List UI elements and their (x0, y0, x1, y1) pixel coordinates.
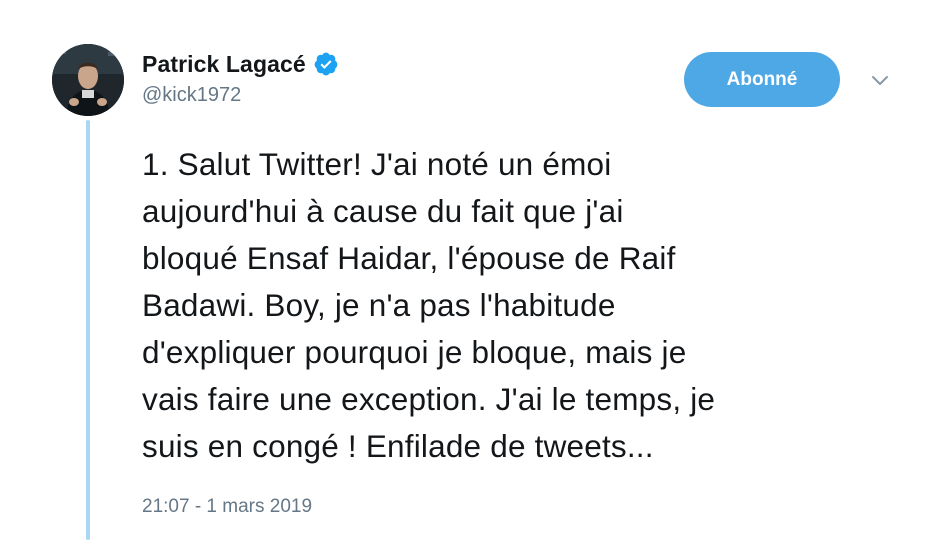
author-display-name[interactable]: Patrick Lagacé (142, 51, 306, 78)
tweet-text-line: vais faire une exception. J'ai le temps,… (142, 381, 716, 417)
tweet-body: 1. Salut Twitter! J'ai noté un émoi aujo… (142, 141, 842, 470)
profile-photo-icon (52, 44, 124, 116)
author-name-row[interactable]: Patrick Lagacé (142, 48, 339, 80)
following-button[interactable]: Abonné (684, 52, 840, 107)
tweet-text-line: 1. Salut Twitter! J'ai noté un émoi (142, 146, 612, 182)
tweet-menu-button[interactable] (868, 70, 892, 90)
tweet-timestamp[interactable]: 21:07 - 1 mars 2019 (142, 496, 312, 518)
chevron-down-icon (872, 76, 888, 85)
tweet-text-line: d'expliquer pourquoi je bloque, mais je (142, 334, 687, 370)
author-handle[interactable]: @kick1972 (142, 84, 241, 107)
tweet-card: Patrick Lagacé @kick1972 Abonné 1. Salut… (0, 0, 950, 540)
verified-badge-icon (313, 51, 339, 77)
tweet-text-line: suis en congé ! Enfilade de tweets... (142, 428, 654, 464)
tweet-text-line: aujourd'hui à cause du fait que j'ai (142, 193, 624, 229)
thread-connector-line (86, 120, 90, 540)
avatar[interactable] (52, 44, 124, 116)
tweet-text-line: Badawi. Boy, je n'a pas l'habitude (142, 287, 616, 323)
tweet-text-line: bloqué Ensaf Haidar, l'épouse de Raif (142, 240, 676, 276)
